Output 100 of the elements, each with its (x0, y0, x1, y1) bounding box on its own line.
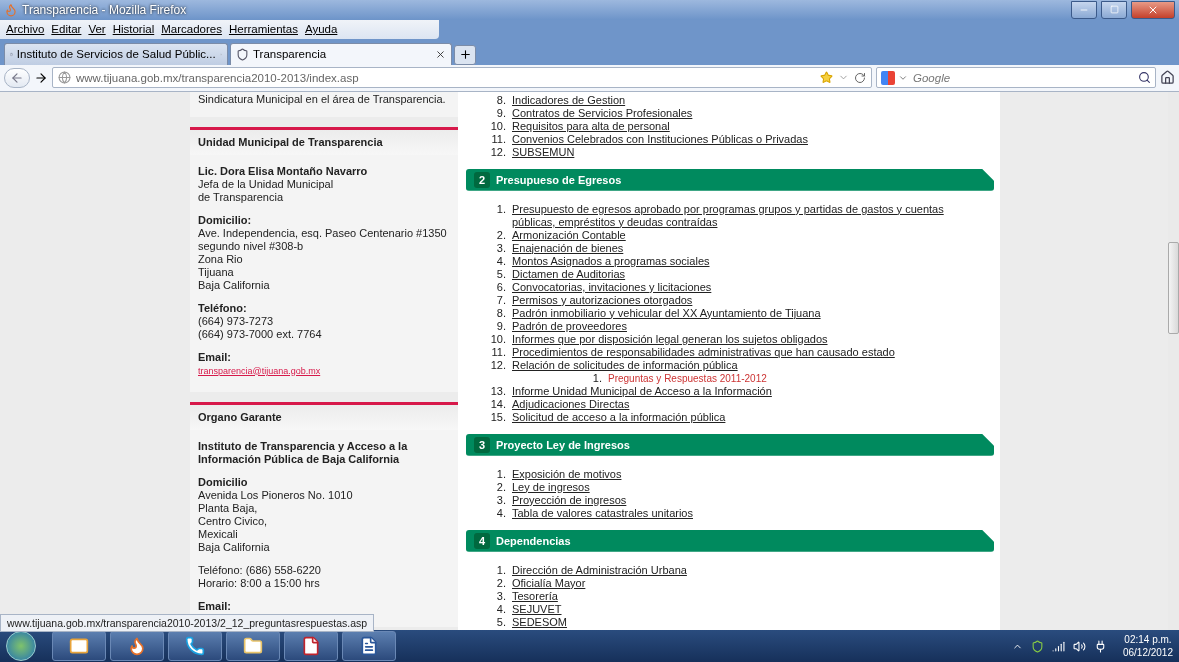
document-link[interactable]: Informe Unidad Municipal de Acceso a la Información (512, 384, 772, 398)
document-link[interactable]: Relación de solicitudes de información pública (512, 358, 767, 372)
document-link[interactable]: Solicitud de acceso a la información pública (512, 410, 726, 424)
list-number: 3. (495, 493, 507, 507)
flame-icon (127, 636, 147, 657)
list-number: 1. (591, 371, 603, 385)
search-field[interactable]: Google (876, 67, 1156, 89)
info-heading: Domicilio (198, 475, 249, 489)
menu-item[interactable]: Herramientas (228, 23, 298, 36)
menu-item[interactable]: Editar (51, 23, 82, 36)
minimize-button[interactable] (1071, 0, 1097, 19)
list-number: 5. (495, 267, 507, 281)
section-number: 3 (474, 436, 490, 453)
list-number: 2. (495, 480, 507, 494)
list-number: 4. (495, 602, 507, 616)
list-number: 6. (495, 280, 507, 294)
browser-tab[interactable]: Instituto de Servicios de Salud Públic... (4, 42, 228, 65)
taskbar-app-button[interactable] (284, 631, 338, 662)
list-number: 9. (495, 319, 507, 333)
scroll-thumb[interactable] (1168, 241, 1179, 334)
list-number: 2. (495, 228, 507, 242)
document-link[interactable]: Convenios Celebrados con Instituciones Públicas o Privadas (512, 132, 808, 146)
list-number: 14. (489, 397, 507, 411)
signal-icon[interactable] (1051, 639, 1065, 653)
taskbar-app-button[interactable] (110, 631, 164, 662)
document-link[interactable]: Dictamen de Auditorias (512, 267, 626, 281)
list-number: 8. (495, 306, 507, 320)
clock[interactable]: 02:14 p.m. 06/12/2012 (1122, 633, 1173, 660)
document-link[interactable]: Tabla de valores catastrales unitarios (512, 506, 693, 520)
sidebar-intro: Sindicatura Municipal en el área de Transparencia. (190, 91, 458, 117)
document-link[interactable]: Informes que por disposición legal generan los sujetos obligados (512, 332, 828, 346)
document-link[interactable]: Enajenación de bienes (512, 241, 624, 255)
info-line: (664) 973-7000 ext. 7764 (198, 327, 323, 341)
list-number: 1. (495, 467, 507, 481)
list-number: 11. (490, 132, 507, 146)
document-link[interactable]: SEJUVET (512, 602, 562, 616)
bookmark-star-icon[interactable] (820, 71, 833, 85)
document-link[interactable]: Permisos y autorizaciones otorgados (512, 293, 693, 307)
list-number: 1. (495, 563, 507, 577)
list-number: 1. (495, 202, 507, 217)
email-link[interactable]: transparencia@tijuana.gob.mx (198, 365, 321, 376)
menu-item[interactable]: Ayuda (304, 23, 338, 36)
menu-item[interactable]: Marcadores (161, 23, 222, 36)
address-bar[interactable]: www.tijuana.gob.mx/transparencia2010-2013/index.asp (52, 67, 872, 89)
list-number: 12. (489, 358, 507, 373)
document-link[interactable]: Procedimientos de responsabilidades administrativas que han causado estado (512, 345, 895, 359)
folder-icon (243, 636, 263, 657)
document-link[interactable]: Indicadores de Gestion (512, 93, 626, 107)
document-link[interactable]: Exposición de motivos (512, 467, 622, 481)
list-number: 3. (495, 241, 507, 255)
list-number: 8. (495, 93, 507, 107)
browser-tab[interactable]: Transparencia (230, 42, 452, 65)
search-icon[interactable] (1138, 71, 1151, 85)
document-link[interactable]: Contratos de Servicios Profesionales (512, 106, 693, 120)
document-link[interactable]: Montos Asignados a programas sociales (512, 254, 710, 268)
taskbar-app-button[interactable] (342, 631, 396, 662)
list-number: 10. (489, 119, 507, 133)
taskbar-app-button[interactable] (226, 631, 280, 662)
forward-button[interactable] (34, 70, 48, 85)
document-link[interactable]: Padrón de proveedores (512, 319, 627, 333)
browser-logo-icon (4, 2, 18, 17)
taskbar-app-button[interactable] (168, 631, 222, 662)
menu-item[interactable]: Archivo (6, 23, 45, 36)
speaker-icon[interactable] (1072, 639, 1086, 653)
info-line: Tijuana (198, 265, 235, 279)
reload-icon[interactable] (854, 71, 866, 84)
document-link[interactable]: Armonización Contable (512, 228, 626, 242)
section-number: 4 (474, 532, 490, 549)
document-link[interactable]: Padrón inmobiliario y vehicular del XX Ayuntamiento de Tijuana (512, 306, 821, 320)
menu-item[interactable]: Historial (112, 23, 155, 36)
document-link[interactable]: Convocatorias, invitaciones y licitaciones (512, 280, 712, 294)
info-heading: Domicilio: (198, 213, 253, 227)
new-tab-button[interactable] (454, 44, 476, 65)
document-link[interactable]: Preguntas y Respuestas 2011-2012 (608, 371, 767, 385)
info-heading: Email: (198, 350, 232, 364)
menu-item[interactable]: Ver (88, 23, 106, 36)
document-link[interactable]: SEDESOM (512, 615, 567, 629)
section-title: Proyecto Ley de Ingresos (496, 438, 630, 451)
list-number: 15. (489, 410, 507, 424)
document-link[interactable]: Adjudicaciones Directas (512, 397, 630, 411)
home-icon[interactable] (1160, 70, 1175, 86)
info-heading: Teléfono: (198, 301, 248, 315)
document-link[interactable]: Tesorería (512, 589, 558, 603)
list-number: 2. (495, 576, 507, 590)
document-link[interactable]: SUBSEMUN (512, 145, 575, 159)
document-link[interactable]: Proyección de ingresos (512, 493, 627, 507)
document-link[interactable]: Requisitos para alta de personal (512, 119, 670, 133)
info-line: Baja California (198, 278, 271, 292)
info-line: Mexicali (198, 527, 239, 541)
maximize-button[interactable] (1101, 0, 1127, 19)
document-link[interactable]: Presupuesto de egresos aprobado por programas grupos y partidas de gastos y cuentas públicas, empréstitos y deudas contraídas (512, 202, 972, 229)
info-line: Baja California (198, 540, 271, 554)
document-link[interactable]: Ley de ingresos (512, 480, 590, 494)
close-button[interactable] (1131, 0, 1175, 19)
document-link[interactable]: Dirección de Administración Urbana (512, 563, 687, 577)
document-link[interactable]: Oficialía Mayor (512, 576, 586, 590)
info-line: Ave. Independencia, esq. Paseo Centenario #1350 (198, 226, 448, 240)
shield-icon[interactable] (1030, 639, 1044, 653)
start-button[interactable] (6, 631, 36, 662)
taskbar-app-button[interactable] (52, 631, 106, 662)
